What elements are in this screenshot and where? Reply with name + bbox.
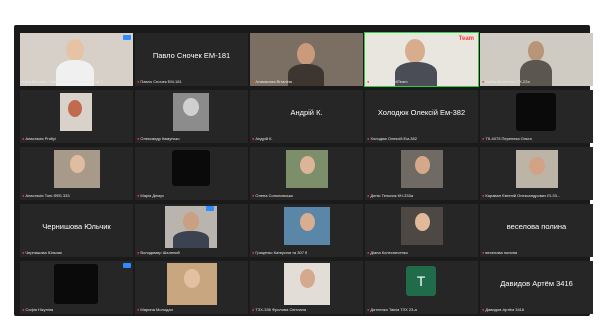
- participant-tile[interactable]: Павло Сночек ЕМ-181 ●Павло Сночек ЕМ-181: [135, 33, 248, 86]
- participant-tile[interactable]: ●Діана Колесниченко: [365, 204, 478, 257]
- participant-face: [183, 98, 199, 116]
- participant-name: ТЗХ-336 Фролова Світлана: [255, 307, 307, 312]
- participant-name: ТК-4075 Перепека Ольга: [485, 136, 532, 141]
- raised-hand-icon: [206, 206, 214, 211]
- participant-name: Караван Євгеній Олександрович ЕІ-33...: [485, 193, 561, 198]
- participant-tile[interactable]: ●Володимир Шалений: [135, 204, 248, 257]
- participant-name: Деніс Тельник КН-333а: [370, 193, 414, 198]
- participant-face: [415, 156, 430, 174]
- participant-name: Анастасія Profiyi: [25, 136, 56, 141]
- participant-face: [183, 212, 199, 231]
- participant-display-name: веселова полина: [506, 222, 567, 231]
- participant-tile[interactable]: ●Анастасія Profiyi: [20, 90, 133, 143]
- participant-tile[interactable]: Андрій К. ●Андрій К.: [250, 90, 363, 143]
- participant-name: веселова полина: [485, 250, 518, 255]
- participant-face: [297, 43, 315, 65]
- participant-tile[interactable]: Давидов Артём 3416 ●Давидов Артём 3416: [480, 261, 593, 314]
- participant-face: [70, 155, 85, 173]
- participant-tile[interactable]: ●Марія Демус: [135, 147, 248, 200]
- participant-name: Холодюк Олексій Ем-382: [370, 136, 417, 141]
- participant-display-name: Андрій К.: [290, 108, 323, 117]
- camera-off-placeholder: [54, 264, 98, 304]
- participant-name: Андрій К.: [255, 136, 273, 141]
- participant-face: [300, 213, 315, 231]
- participant-name: Олександр Камунько: [140, 136, 180, 141]
- raised-hand-icon: [123, 35, 131, 40]
- participant-name: Софія Нікуліна: [25, 307, 54, 312]
- avatar: T: [406, 266, 436, 296]
- participant-name: Гриценко Катерина та 307 б: [255, 250, 308, 255]
- participant-tile[interactable]: ●Софія Нікуліна: [20, 261, 133, 314]
- participant-body: [173, 231, 209, 248]
- participant-face: [415, 213, 430, 231]
- participant-tile[interactable]: ●Гриценко Катерина та 307 б: [250, 204, 363, 257]
- participant-tile[interactable]: ●Атамасова Віталіна: [250, 33, 363, 86]
- participant-name: Володимир Шалений: [140, 250, 180, 255]
- participant-name: Давидов Артём 3416: [485, 307, 525, 312]
- participant-name: Дятленко Taicia ТЗХ 23-а: [370, 307, 417, 312]
- video-gallery: Iryna Blonska, Odesa National University…: [14, 25, 593, 316]
- participant-face: [68, 100, 82, 117]
- participant-name: Анастасія Тоні-ФЕБ 333: [25, 193, 70, 198]
- camera-off-placeholder: [516, 93, 556, 131]
- participant-name: Павло Сночек ЕМ-181: [140, 79, 182, 84]
- participant-name: Бабак Валентин ТХ-22а: [485, 79, 530, 84]
- participant-name: Марина Молодан: [140, 307, 173, 312]
- participant-name: Iryna Blonska, Odesa National University…: [22, 79, 106, 84]
- participant-face: [300, 156, 315, 174]
- participant-name: Чернишова Юльчик: [25, 250, 62, 255]
- participant-face: [529, 157, 545, 175]
- participant-face: [405, 39, 425, 63]
- participant-tile[interactable]: ●Бабак Валентин ТХ-22а: [480, 33, 593, 86]
- stream-logo: Team: [458, 36, 474, 42]
- participant-tile[interactable]: Чернишова Юльчик ●Чернишова Юльчик: [20, 204, 133, 257]
- participant-name: Атамасова Віталіна: [255, 79, 292, 84]
- participant-name: Олена Сопоновська: [255, 193, 293, 198]
- participant-tile[interactable]: Iryna Blonska, Odesa National University…: [20, 33, 133, 86]
- participant-face: [528, 41, 544, 61]
- participant-display-name: Холодюк Олексій Ем-382: [377, 108, 466, 117]
- participant-tile[interactable]: ●Олександр Камунько: [135, 90, 248, 143]
- participant-face: [184, 269, 200, 288]
- raised-hand-icon: [123, 263, 131, 268]
- participant-tile[interactable]: Холодюк Олексій Ем-382 ●Холодюк Олексій …: [365, 90, 478, 143]
- participant-tile[interactable]: T ●Дятленко Taicia ТЗХ 23-а: [365, 261, 478, 314]
- participant-tile[interactable]: ●ТЗХ-336 Фролова Світлана: [250, 261, 363, 314]
- participant-tile[interactable]: Team ●ProfiTeam ProfiTeam: [364, 32, 479, 87]
- participant-face: [300, 269, 315, 288]
- participant-face: [66, 39, 84, 61]
- camera-off-placeholder: [172, 150, 210, 186]
- participant-body: [288, 64, 324, 86]
- participant-name: ProfiTeam ProfiTeam: [370, 79, 408, 84]
- participant-display-name: Чернишова Юльчик: [42, 222, 111, 231]
- participant-tile[interactable]: ●Деніс Тельник КН-333а: [365, 147, 478, 200]
- participant-name: Марія Демус: [140, 193, 165, 198]
- participant-tile[interactable]: ●Анастасія Тоні-ФЕБ 333: [20, 147, 133, 200]
- participant-tile[interactable]: ●ТК-4075 Перепека Ольга: [480, 90, 593, 143]
- participant-tile[interactable]: ●Марина Молодан: [135, 261, 248, 314]
- participant-tile[interactable]: ●Олена Сопоновська: [250, 147, 363, 200]
- participant-tile[interactable]: ●Караван Євгеній Олександрович ЕІ-33...: [480, 147, 593, 200]
- participant-tile[interactable]: веселова полина ●веселова полина: [480, 204, 593, 257]
- participant-display-name: Павло Сночек ЕМ-181: [152, 51, 231, 60]
- participant-display-name: Давидов Артём 3416: [500, 279, 573, 288]
- participant-name: Діана Колесниченко: [370, 250, 408, 255]
